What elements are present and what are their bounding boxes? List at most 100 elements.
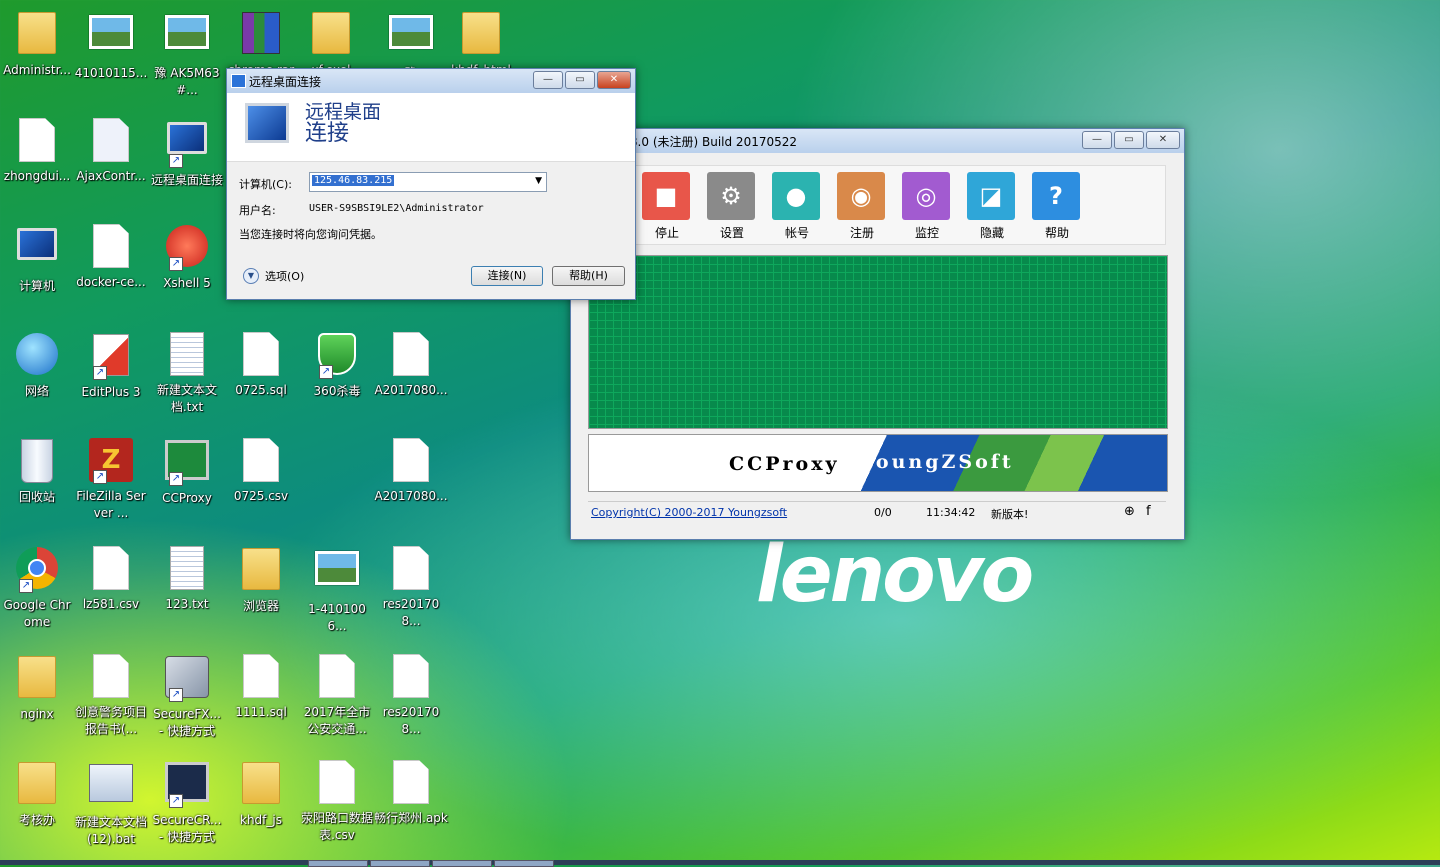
image-icon (163, 15, 211, 63)
computer-value: 125.46.83.215 (312, 175, 395, 186)
desktop-icon-file[interactable]: 2017年全市公安交通... (300, 652, 374, 738)
desktop-icon-folder[interactable]: 考核办 (0, 758, 74, 829)
minimize-button[interactable]: — (533, 71, 563, 89)
desktop-icon-file[interactable]: res201708... (374, 544, 448, 630)
desktop-icon-securefx[interactable]: ↗ SecureFX... - 快捷方式 (150, 652, 224, 740)
desktop-icon-network[interactable]: 网络 (0, 330, 74, 400)
connect-button[interactable]: 连接(N) (471, 266, 543, 286)
ccproxy-banner: CCProxy YoungZSoft (588, 434, 1168, 492)
dropdown-arrow-icon[interactable]: ▼ (535, 176, 542, 186)
toolbar-button-help[interactable]: ? 帮助 (1032, 172, 1082, 241)
credential-note: 当您连接时将向您询问凭据。 (239, 228, 382, 241)
file-icon (313, 654, 361, 702)
folder-icon (307, 12, 355, 60)
maximize-button[interactable]: ▭ (565, 71, 595, 89)
image-icon (387, 15, 435, 63)
desktop-icon-file[interactable]: docker-ce... (74, 222, 148, 291)
folder-icon (237, 762, 285, 810)
desktop-icon-text[interactable]: 123.txt (150, 544, 224, 613)
desktop-icon-text[interactable]: 新建文本文档.txt (150, 330, 224, 416)
eye-icon: ◎ (902, 172, 950, 220)
copyright-link[interactable]: Copyright(C) 2000-2017 Youngzsoft (591, 506, 787, 519)
taskbar-item[interactable] (370, 860, 430, 867)
toolbar-button-account[interactable]: ● 帐号 (772, 172, 822, 241)
ccproxy-statusbar: Copyright(C) 2000-2017 Youngzsoft 0/0 11… (588, 501, 1166, 522)
desktop-icon-administrator[interactable]: Administr... (0, 8, 74, 79)
rdp-heading: 远程桌面 连接 (305, 101, 382, 146)
taskbar-item[interactable] (308, 860, 368, 867)
file-icon (87, 654, 135, 702)
shortcut-arrow-icon: ↗ (93, 470, 107, 484)
desktop-icon-chrome[interactable]: ↗ Google Chrome (0, 544, 74, 631)
file-icon (13, 118, 61, 166)
desktop-icon-file[interactable]: 畅行郑州.apk (374, 758, 448, 827)
toolbar-button-register[interactable]: ◉ 注册 (837, 172, 887, 241)
desktop-icon-file[interactable]: lz581.csv (74, 544, 148, 613)
desktop-icon-ccproxy[interactable]: ↗ CCProxy (150, 436, 224, 507)
gear-icon: ⚙ (707, 172, 755, 220)
taskbar-item[interactable] (432, 860, 492, 867)
user-folder-icon (13, 12, 61, 60)
desktop-icon-360[interactable]: ↗ 360杀毒 (300, 330, 374, 400)
toolbar-button-settings[interactable]: ⚙ 设置 (707, 172, 757, 241)
desktop-icon-folder[interactable]: 浏览器 (224, 544, 298, 615)
close-button[interactable]: ✕ (1146, 131, 1180, 149)
stop-icon: ■ (642, 172, 690, 220)
desktop-icon-computer[interactable]: 计算机 (0, 222, 74, 295)
securefx-icon: ↗ (163, 656, 211, 704)
desktop-icon-file[interactable]: A2017080... (374, 436, 448, 505)
minimize-button[interactable]: — (1082, 131, 1112, 149)
close-button[interactable]: ✕ (597, 71, 631, 89)
desktop-icon-file[interactable]: 1111.sql (224, 652, 298, 721)
desktop-icon-remote-desktop[interactable]: ↗ 远程桌面连接 (150, 116, 224, 189)
desktop-icon-file[interactable]: res201708... (374, 652, 448, 738)
file-icon (87, 546, 135, 594)
toolbar-button-stop[interactable]: ■ 停止 (642, 172, 692, 241)
taskbar-item[interactable] (494, 860, 554, 867)
desktop-icon-file[interactable]: zhongdui... (0, 116, 74, 185)
desktop-icon-securecrt[interactable]: ↗ SecureCR... - 快捷方式 (150, 758, 224, 846)
file-icon (313, 760, 361, 808)
ccproxy-titlebar[interactable]: y 8.0 (未注册) Build 20170522 — ▭ ✕ (571, 129, 1184, 153)
globe-icon[interactable]: ⊕ (1124, 504, 1135, 519)
file-icon (387, 438, 435, 486)
maximize-button[interactable]: ▭ (1114, 131, 1144, 149)
banner-youngzsoft-text: YoungZSoft (861, 451, 1014, 473)
toolbar-button-hide[interactable]: ◪ 隐藏 (967, 172, 1017, 241)
update-notice[interactable]: 新版本! (991, 506, 1028, 522)
desktop-icon-file[interactable]: 创意警务项目报告书(... (74, 652, 148, 738)
desktop-icon-folder[interactable]: nginx (0, 652, 74, 723)
toolbar-button-monitor[interactable]: ◎ 监控 (902, 172, 952, 241)
desktop-icon-file[interactable]: 荥阳路口数据表.csv (300, 758, 374, 844)
desktop-icon-folder[interactable]: khdf_js (224, 758, 298, 829)
desktop-icon-file[interactable]: A2017080... (374, 330, 448, 399)
recycle-bin-icon (13, 439, 61, 487)
desktop-icon-filezilla[interactable]: Z ↗ FileZilla Server ... (74, 436, 148, 522)
computer-combobox[interactable]: 125.46.83.215 ▼ (309, 172, 547, 192)
shortcut-arrow-icon: ↗ (319, 365, 333, 379)
chevron-down-icon: ▼ (243, 268, 259, 284)
desktop-icon-file[interactable]: 0725.sql (224, 330, 298, 399)
desktop-icon-xshell[interactable]: ↗ Xshell 5 (150, 222, 224, 292)
desktop-icon-image[interactable]: 1-4101006... (300, 544, 374, 635)
taskbar[interactable] (0, 860, 1440, 865)
hide-icon: ◪ (967, 172, 1015, 220)
desktop-icon-bat[interactable]: 新建文本文档 (12).bat (74, 758, 148, 848)
ccproxy-icon: ↗ (163, 440, 211, 488)
filezilla-icon: Z ↗ (87, 438, 135, 486)
desktop-icon-editplus[interactable]: ↗ EditPlus 3 (74, 330, 148, 401)
desktop-icon-file[interactable]: 41010115... (74, 8, 148, 82)
rdp-titlebar[interactable]: 远程桌面连接 — ▭ ✕ (227, 69, 635, 93)
options-toggle[interactable]: ▼ 选项(O) (243, 268, 304, 284)
desktop-icon-recycle-bin[interactable]: 回收站 (0, 436, 74, 506)
file-icon (387, 760, 435, 808)
help-button[interactable]: 帮助(H) (552, 266, 625, 286)
batch-file-icon (87, 764, 135, 812)
remote-desktop-icon (231, 74, 246, 88)
desktop-icon-file[interactable]: 豫 AK5M63#... (150, 8, 224, 99)
desktop-icon-file[interactable]: 0725.csv (224, 436, 298, 505)
folder-icon (13, 762, 61, 810)
facebook-icon[interactable]: f (1146, 504, 1151, 519)
shortcut-arrow-icon: ↗ (169, 794, 183, 808)
desktop-icon-file[interactable]: AjaxContr... (74, 116, 148, 185)
